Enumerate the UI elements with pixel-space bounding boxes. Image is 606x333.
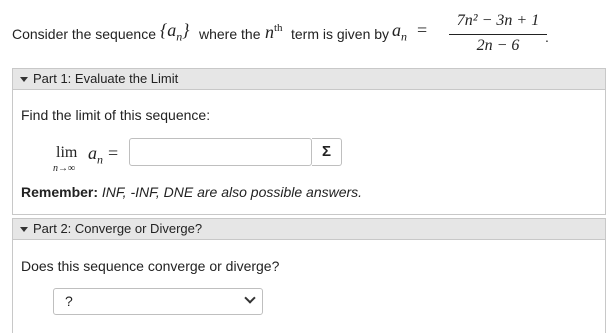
a-n-symbol: an (392, 20, 407, 44)
intro-text-end: term is given by (291, 26, 390, 42)
remember-label: Remember: (21, 184, 99, 200)
equation-editor-button[interactable]: Σ (312, 138, 342, 166)
limit-equals: = (108, 143, 119, 163)
equals-sign: = (417, 20, 428, 40)
remember-note: Remember: INF, -INF, DNE are also possib… (21, 184, 362, 200)
nth-symbol: nth (265, 22, 283, 42)
remember-text: INF, -INF, DNE are also possible answers… (101, 184, 363, 200)
period: . (545, 29, 549, 45)
problem-statement: Consider the sequence {an} where the nth… (12, 10, 602, 58)
select-value: ? (65, 293, 73, 309)
converge-diverge-select[interactable]: ? (53, 288, 263, 315)
formula-fraction: 7n² − 3n + 1 2n − 6 (447, 10, 549, 57)
part1-header[interactable]: Part 1: Evaluate the Limit (12, 68, 606, 90)
part2-title: Part 2: Converge or Diverge? (33, 221, 203, 236)
part2-header[interactable]: Part 2: Converge or Diverge? (12, 218, 606, 240)
limit-subscript: n→∞ (53, 163, 76, 174)
fraction-denominator: 2n − 6 (476, 37, 520, 54)
collapse-triangle-icon (20, 76, 28, 82)
part2-body (12, 240, 606, 333)
sequence-symbol: {an} (160, 20, 190, 44)
collapse-triangle-icon (20, 226, 28, 232)
fraction-numerator: 7n² − 3n + 1 (456, 12, 540, 29)
limit-a-n: an (88, 143, 103, 167)
part1-title: Part 1: Evaluate the Limit (33, 71, 179, 86)
intro-text-start: Consider the sequence (12, 26, 156, 42)
limit-answer-input[interactable] (129, 138, 312, 166)
limit-word: lim (56, 144, 78, 161)
sigma-icon: Σ (321, 143, 331, 160)
chevron-down-icon (244, 292, 256, 304)
part1-prompt: Find the limit of this sequence: (21, 107, 211, 123)
intro-text-middle: where the (199, 26, 261, 42)
part2-prompt: Does this sequence converge or diverge? (21, 258, 280, 274)
